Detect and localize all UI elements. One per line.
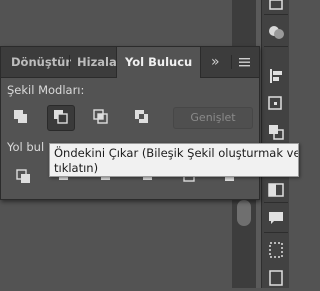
unite-icon (14, 110, 27, 123)
pathfinders-label: Yol bul (7, 140, 45, 154)
tooltip: Öndekini Çıkar (Bileşik Şekil oluşturmak… (49, 143, 299, 177)
toolbar-divider (264, 46, 288, 47)
expand-button[interactable]: Genişlet (173, 107, 253, 129)
tooltip-line-2: tıklatın) (54, 161, 99, 175)
unite-button[interactable] (8, 105, 34, 129)
layers-icon[interactable] (266, 0, 286, 14)
toolbar-divider (264, 232, 288, 233)
panel-tab-bar: Dönüştür Hizala Yol Bulucu » (1, 47, 259, 78)
divide-icon (16, 169, 30, 183)
tab-transform[interactable]: Dönüştür (11, 47, 71, 77)
collapse-panel-button[interactable]: » (211, 47, 220, 77)
tooltip-line-1: Öndekini Çıkar (Bileşik Şekil oluşturmak… (54, 146, 299, 160)
divide-button[interactable] (11, 165, 37, 189)
intersect-button[interactable] (88, 105, 114, 129)
toolbar-divider (264, 14, 288, 15)
pathfinder-icon[interactable] (266, 122, 286, 142)
libraries-icon[interactable] (266, 268, 286, 288)
panel-menu-icon[interactable] (238, 47, 252, 77)
align-icon[interactable] (266, 66, 286, 86)
toolbar-divider (264, 202, 288, 203)
appearance-icon[interactable] (266, 22, 286, 42)
tab-divider (231, 55, 232, 69)
shape-modes-label: Şekil Modları: (7, 83, 85, 97)
artboards-icon[interactable] (266, 240, 286, 260)
comments-icon[interactable] (266, 208, 286, 228)
intersect-icon (93, 109, 108, 124)
transparency-icon[interactable] (266, 180, 286, 200)
scroll-thumb[interactable] (237, 200, 251, 226)
tab-pathfinder[interactable]: Yol Bulucu (116, 47, 202, 78)
tab-divider (69, 55, 70, 69)
transform-icon[interactable] (266, 94, 286, 114)
minus-front-button[interactable] (47, 105, 75, 131)
minus-front-icon (54, 110, 68, 124)
tab-align[interactable]: Hizala (77, 47, 117, 77)
exclude-icon (135, 110, 148, 123)
exclude-button[interactable] (129, 105, 155, 129)
